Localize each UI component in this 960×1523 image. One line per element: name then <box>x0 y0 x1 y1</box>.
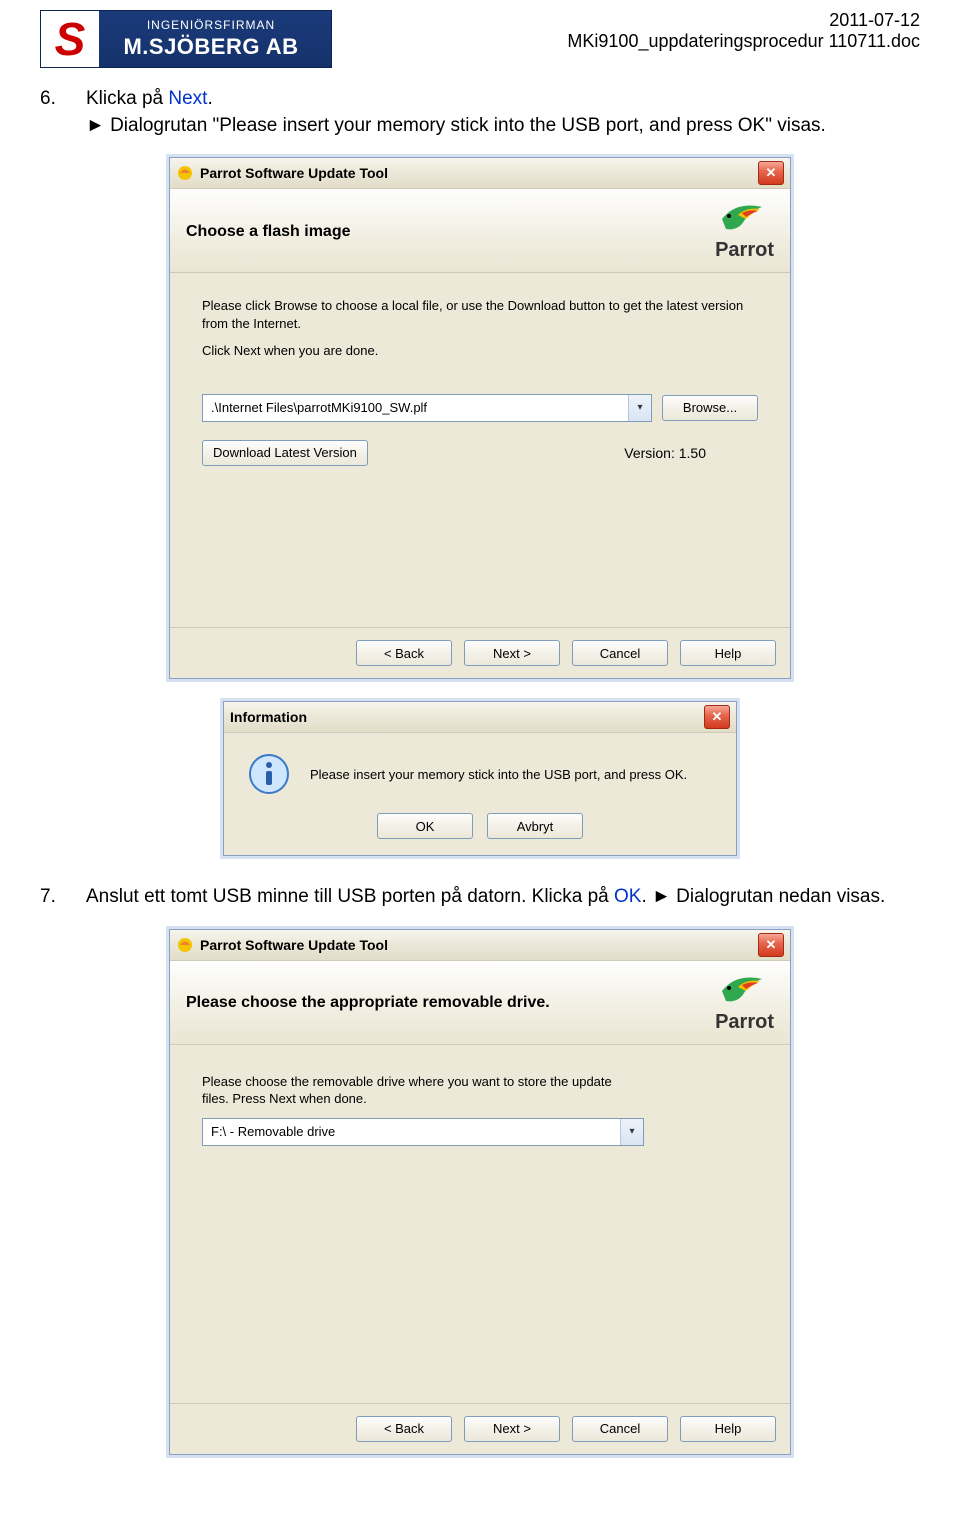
window-title: Parrot Software Update Tool <box>200 165 758 181</box>
ok-button[interactable]: OK <box>377 813 473 839</box>
company-tagline: INGENIÖRSFIRMAN <box>99 18 323 32</box>
step-6: 6. Klicka på Next. ► Dialogrutan "Please… <box>40 86 920 139</box>
document-filename: MKi9100_uppdateringsprocedur 110711.doc <box>567 31 920 52</box>
drive-input[interactable] <box>203 1119 620 1145</box>
parrot-logo: Parrot <box>715 201 774 262</box>
drive-combobox[interactable]: ▾ <box>202 1118 644 1146</box>
cancel-button[interactable]: Cancel <box>572 640 668 666</box>
close-button[interactable]: ✕ <box>758 161 784 185</box>
step-text: Klicka på Next. <box>86 88 213 109</box>
chevron-down-icon: ▾ <box>629 1126 634 1137</box>
wizard-desc: Please choose the removable drive where … <box>202 1073 642 1108</box>
close-button[interactable]: ✕ <box>758 933 784 957</box>
step-number: 6. <box>40 86 56 113</box>
drive-dropdown-button[interactable]: ▾ <box>620 1119 643 1145</box>
next-button[interactable]: Next > <box>464 1416 560 1442</box>
app-icon <box>176 164 194 182</box>
company-name: M.SJÖBERG AB <box>99 34 323 60</box>
step-number: 7. <box>40 884 56 911</box>
step-text: Anslut ett tomt USB minne till USB porte… <box>86 886 885 907</box>
file-input[interactable] <box>203 395 628 421</box>
info-message: Please insert your memory stick into the… <box>310 767 687 782</box>
cancel-button[interactable]: Avbryt <box>487 813 583 839</box>
step-7: 7. Anslut ett tomt USB minne till USB po… <box>40 884 920 911</box>
window-title: Information <box>230 709 704 725</box>
browse-button[interactable]: Browse... <box>662 395 758 421</box>
wizard-desc-1: Please click Browse to choose a local fi… <box>202 297 758 332</box>
next-button[interactable]: Next > <box>464 640 560 666</box>
wizard-desc-2: Click Next when you are done. <box>202 342 758 360</box>
chevron-down-icon: ▾ <box>637 402 642 413</box>
window-title: Parrot Software Update Tool <box>200 937 758 953</box>
back-button[interactable]: < Back <box>356 1416 452 1442</box>
close-button[interactable]: ✕ <box>704 705 730 729</box>
cancel-button[interactable]: Cancel <box>572 1416 668 1442</box>
wizard-heading: Choose a flash image <box>186 223 351 241</box>
help-button[interactable]: Help <box>680 1416 776 1442</box>
wizard-heading: Please choose the appropriate removable … <box>186 994 550 1012</box>
link-next: Next <box>168 88 207 109</box>
wizard-flash-image: Parrot Software Update Tool ✕ Choose a f… <box>169 157 791 679</box>
step-result: ► Dialogrutan "Please insert your memory… <box>86 115 826 136</box>
parrot-logo: Parrot <box>715 973 774 1034</box>
download-latest-button[interactable]: Download Latest Version <box>202 440 368 466</box>
app-icon <box>176 936 194 954</box>
version-label: Version: 1.50 <box>624 445 706 461</box>
help-button[interactable]: Help <box>680 640 776 666</box>
file-dropdown-button[interactable]: ▾ <box>628 395 651 421</box>
wizard-removable-drive: Parrot Software Update Tool ✕ Please cho… <box>169 929 791 1455</box>
company-logo: S INGENIÖRSFIRMAN M.SJÖBERG AB <box>40 10 332 68</box>
link-ok: OK <box>614 886 641 907</box>
info-dialog: Information ✕ Please insert your memory … <box>223 701 737 856</box>
back-button[interactable]: < Back <box>356 640 452 666</box>
information-icon <box>248 753 290 795</box>
file-combobox[interactable]: ▾ <box>202 394 652 422</box>
document-date: 2011-07-12 <box>567 10 920 31</box>
company-logo-mark: S <box>41 11 99 67</box>
